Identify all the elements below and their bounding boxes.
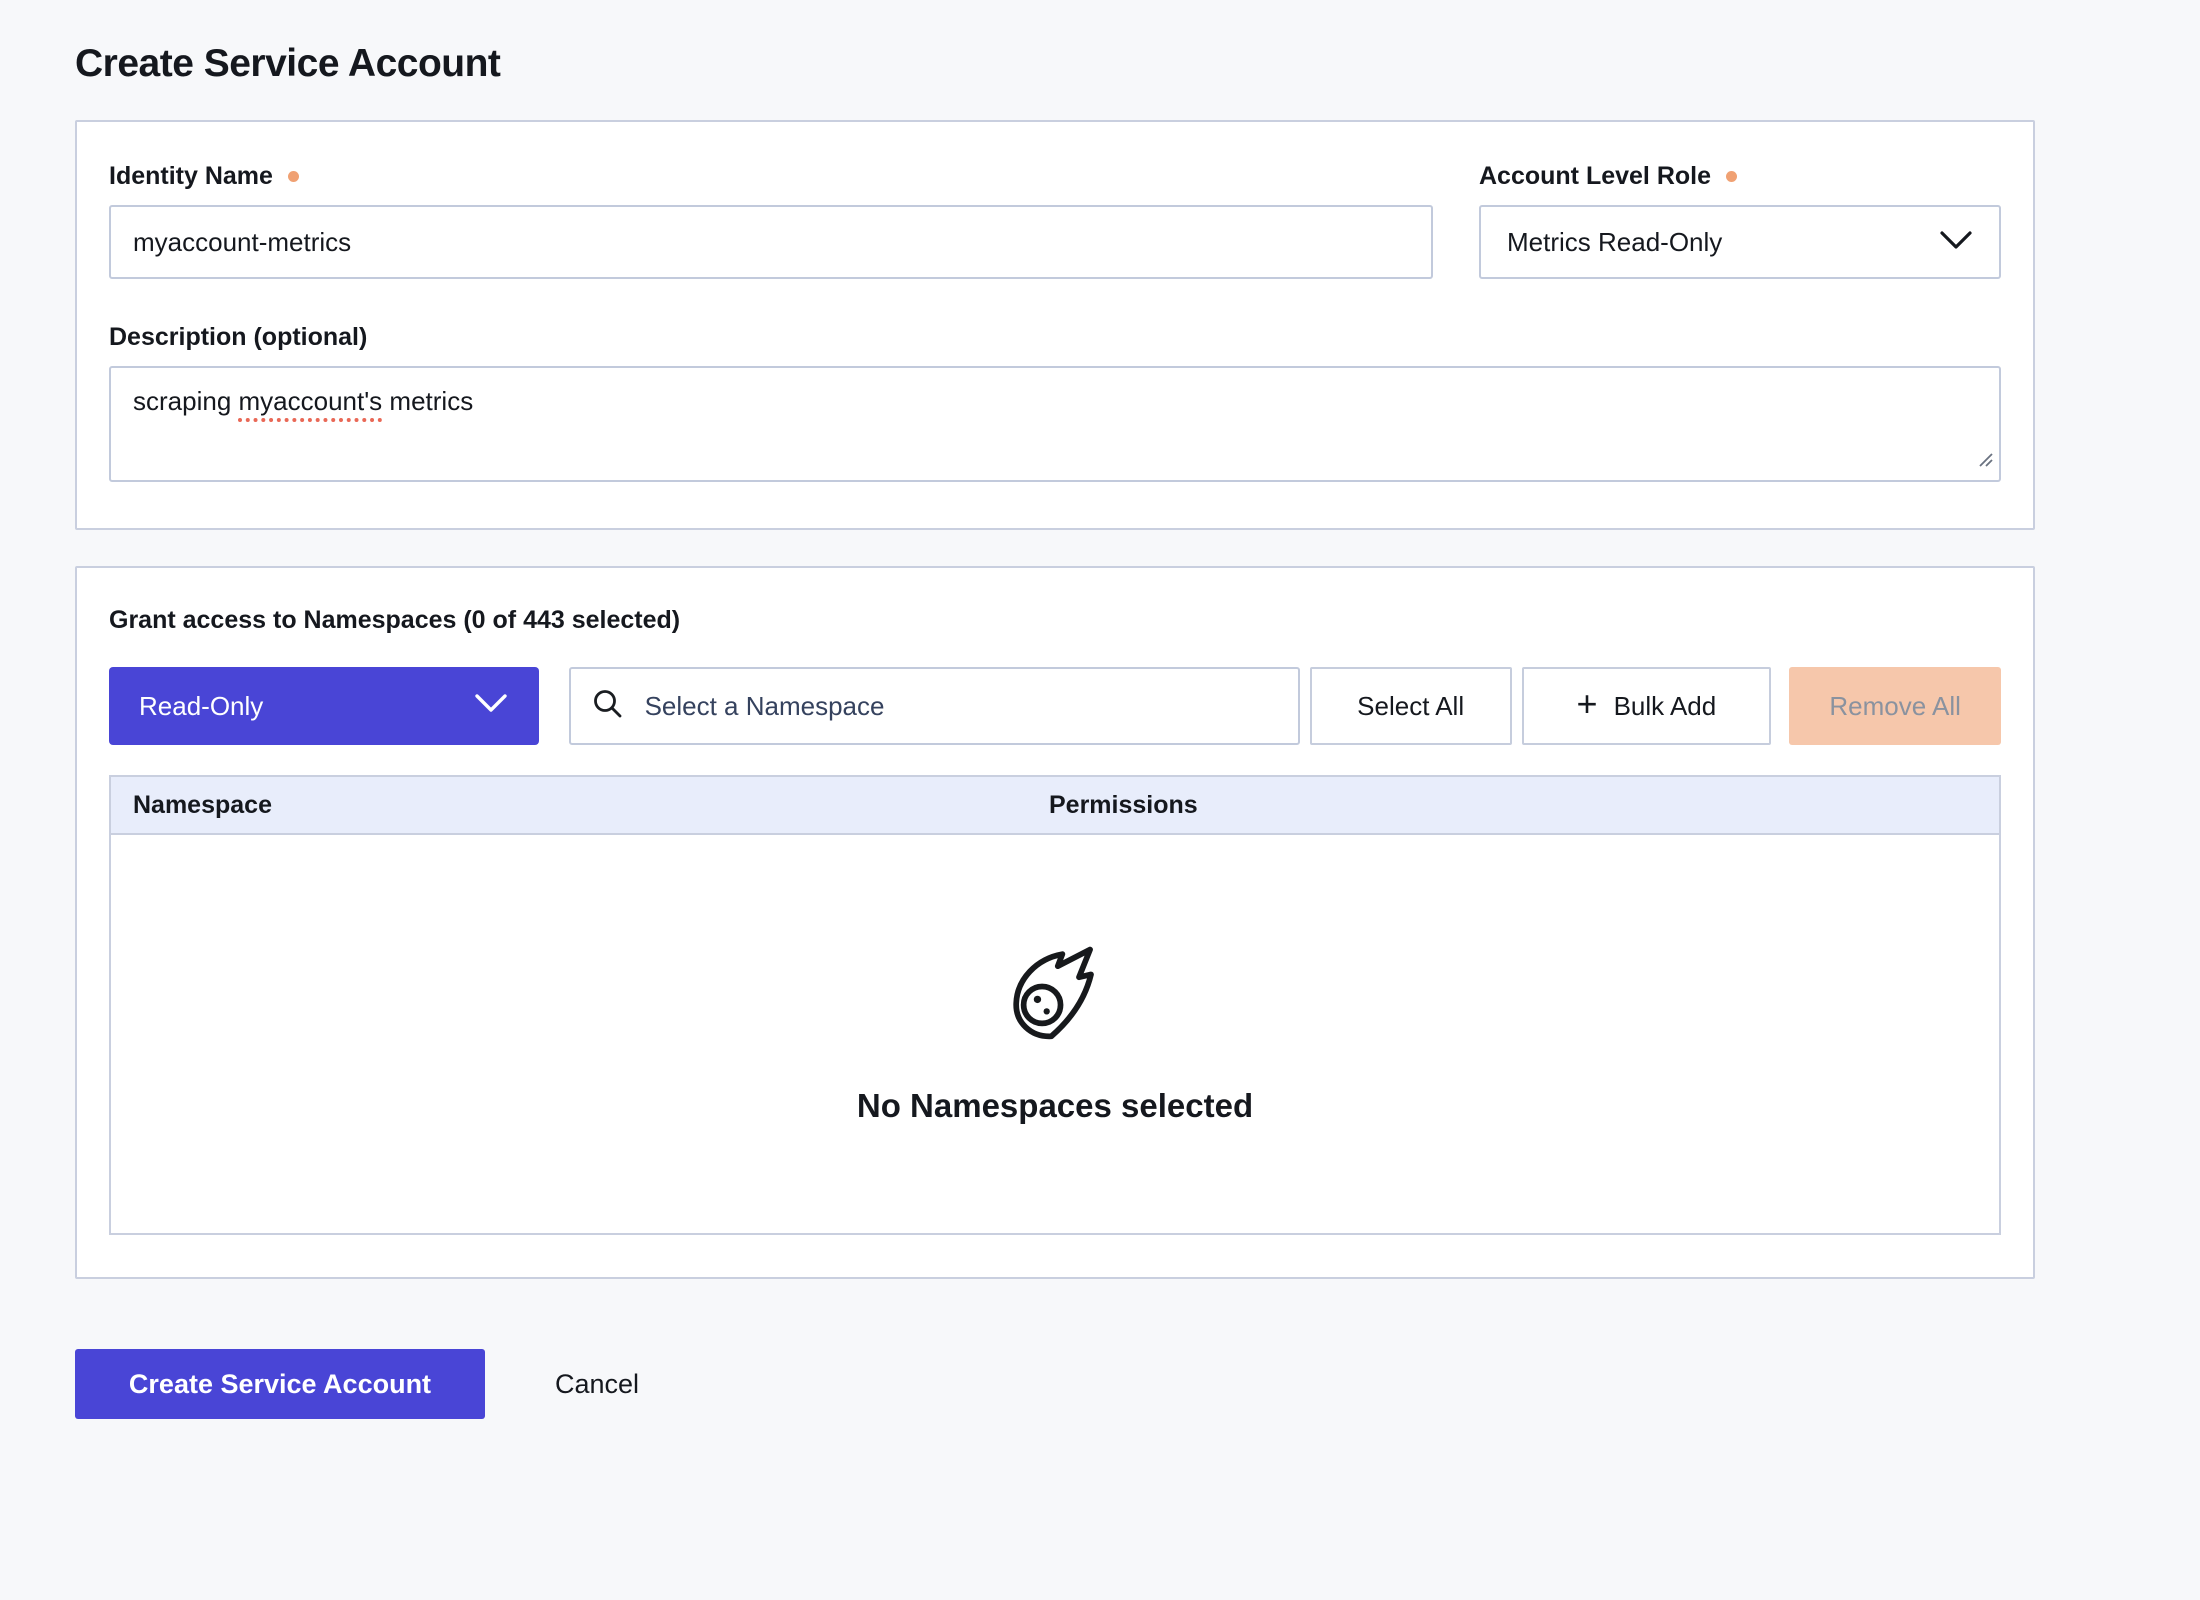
namespaces-table-header: Namespace Permissions bbox=[111, 777, 1999, 835]
description-value-prefix: scraping bbox=[133, 386, 239, 416]
bulk-add-label: Bulk Add bbox=[1614, 691, 1717, 722]
page-actions: Create Service Account Cancel bbox=[75, 1349, 2200, 1419]
namespaces-table: Namespace Permissions No Namespaces sele… bbox=[109, 775, 2001, 1235]
account-level-role-field: Account Level Role Metrics Read-Only bbox=[1479, 162, 2001, 279]
account-level-role-label: Account Level Role bbox=[1479, 162, 1711, 191]
chevron-down-icon bbox=[1939, 227, 1973, 258]
namespaces-toolbar: Read-Only Select All bbox=[109, 667, 2001, 745]
permission-dropdown-value: Read-Only bbox=[139, 691, 263, 722]
column-header-namespace: Namespace bbox=[111, 791, 1049, 820]
bulk-add-button[interactable]: + Bulk Add bbox=[1522, 667, 1772, 745]
page-title: Create Service Account bbox=[75, 42, 2200, 86]
namespaces-heading: Grant access to Namespaces (0 of 443 sel… bbox=[109, 606, 2001, 635]
select-all-label: Select All bbox=[1357, 691, 1464, 722]
cancel-button[interactable]: Cancel bbox=[555, 1369, 639, 1400]
plus-icon: + bbox=[1577, 686, 1598, 722]
remove-all-button[interactable]: Remove All bbox=[1789, 667, 2001, 745]
identity-name-input[interactable] bbox=[109, 205, 1433, 279]
required-dot-icon bbox=[288, 171, 299, 182]
identity-name-label-row: Identity Name bbox=[109, 162, 1433, 191]
namespaces-card: Grant access to Namespaces (0 of 443 sel… bbox=[75, 566, 2035, 1279]
description-label-row: Description (optional) bbox=[109, 323, 2001, 352]
identity-name-label: Identity Name bbox=[109, 162, 273, 191]
chevron-down-icon bbox=[473, 691, 509, 722]
description-value-suffix: metrics bbox=[382, 386, 473, 416]
permission-dropdown[interactable]: Read-Only bbox=[109, 667, 539, 745]
identity-name-field: Identity Name bbox=[109, 162, 1433, 279]
account-level-role-select[interactable]: Metrics Read-Only bbox=[1479, 205, 2001, 279]
namespace-search-input[interactable] bbox=[643, 690, 1278, 723]
comet-icon bbox=[1007, 944, 1103, 1045]
identity-card: Identity Name Account Level Role Metrics… bbox=[75, 120, 2035, 530]
description-field: Description (optional) scraping myaccoun… bbox=[109, 323, 2001, 482]
select-all-button[interactable]: Select All bbox=[1310, 667, 1512, 745]
description-label: Description (optional) bbox=[109, 323, 367, 352]
namespace-search bbox=[569, 667, 1300, 745]
search-icon bbox=[591, 687, 625, 726]
create-service-account-button[interactable]: Create Service Account bbox=[75, 1349, 485, 1419]
account-level-role-value: Metrics Read-Only bbox=[1507, 227, 1722, 258]
account-level-role-label-row: Account Level Role bbox=[1479, 162, 2001, 191]
required-dot-icon bbox=[1726, 171, 1737, 182]
description-textarea[interactable]: scraping myaccount's metrics bbox=[109, 366, 2001, 482]
create-service-account-page: Create Service Account Identity Name Acc… bbox=[0, 0, 2200, 1419]
resize-handle-icon[interactable] bbox=[1976, 445, 1995, 476]
column-header-permissions: Permissions bbox=[1049, 791, 1198, 820]
empty-state-text: No Namespaces selected bbox=[857, 1087, 1253, 1125]
remove-all-label: Remove All bbox=[1829, 691, 1961, 722]
description-value-misspelled: myaccount's bbox=[239, 386, 383, 416]
namespaces-table-body: No Namespaces selected bbox=[111, 835, 1999, 1233]
identity-row: Identity Name Account Level Role Metrics… bbox=[109, 162, 2001, 279]
